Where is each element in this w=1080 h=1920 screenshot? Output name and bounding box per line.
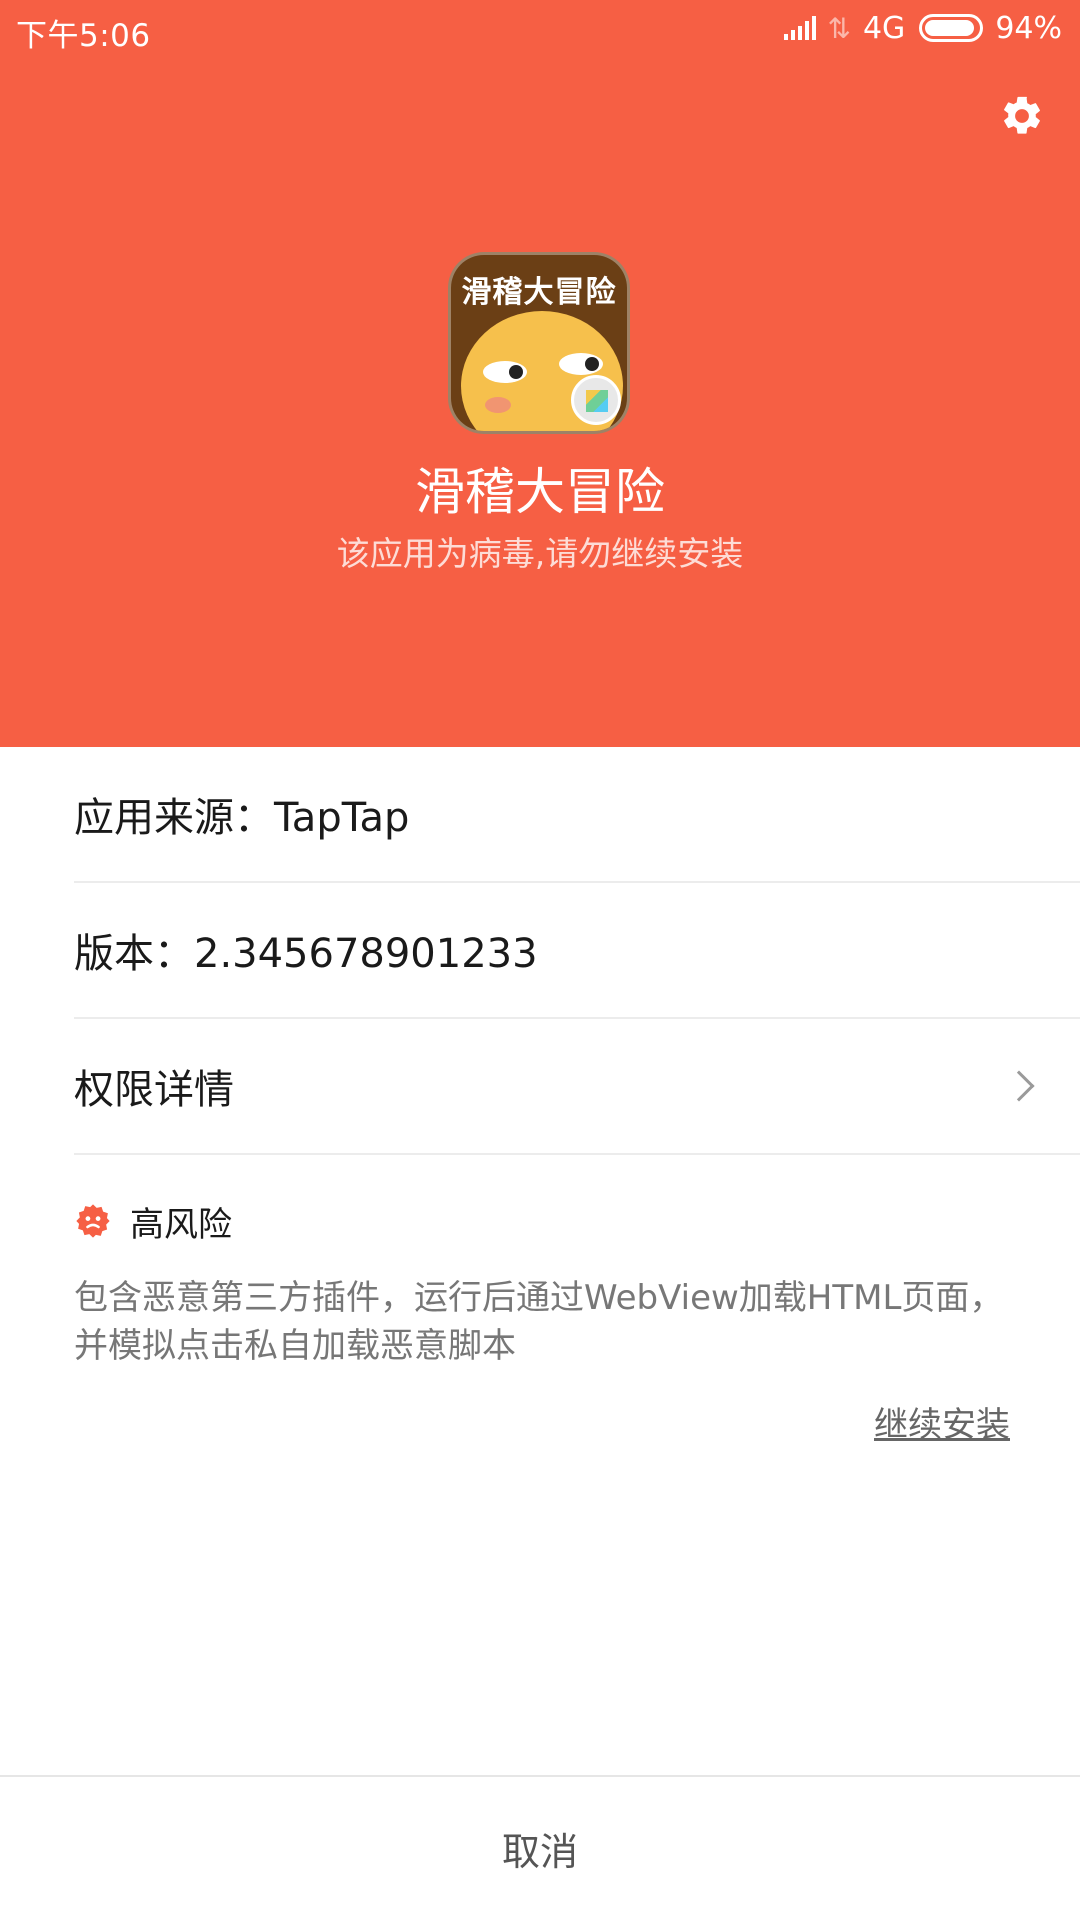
permission-details-label: 权限详情	[74, 1067, 234, 1113]
risk-level: 高风险	[130, 1204, 232, 1245]
status-bar: 下午5:06 ⇅ 4G 94%	[0, 0, 1080, 58]
danger-icon	[76, 1204, 110, 1238]
header-panel: 下午5:06 ⇅ 4G 94% 滑稽大冒险 滑稽大冒险 该应用为病毒,请勿继续安…	[0, 0, 1080, 747]
data-transfer-icon: ⇅	[827, 11, 851, 45]
network-type: 4G	[862, 10, 906, 46]
app-source-label: 应用来源：TapTap	[74, 795, 410, 841]
cancel-button[interactable]: 取消	[0, 1775, 1080, 1920]
settings-button[interactable]	[996, 90, 1048, 142]
signal-icon	[783, 16, 816, 40]
status-time: 下午5:06	[16, 18, 151, 54]
version-row: 版本：2.345678901233	[74, 883, 1080, 1019]
risk-header: 高风险	[74, 1198, 232, 1245]
app-source-row: 应用来源：TapTap	[74, 747, 1080, 883]
gear-icon	[1004, 96, 1040, 134]
battery-icon	[919, 14, 984, 42]
battery-percent: 94%	[995, 10, 1062, 46]
permission-details-row[interactable]: 权限详情	[74, 1019, 1080, 1155]
app-name: 滑稽大冒险	[415, 463, 665, 521]
chevron-right-icon	[1003, 1070, 1035, 1102]
continue-install-link[interactable]: 继续安装	[874, 1397, 1010, 1446]
virus-warning: 该应用为病毒,请勿继续安装	[336, 534, 744, 573]
app-icon-title: 滑稽大冒险	[461, 275, 617, 310]
risk-description: 包含恶意第三方插件，运行后通过WebView加载HTML页面，并模拟点击私自加载…	[74, 1278, 1004, 1366]
app-icon: 滑稽大冒险	[448, 252, 630, 434]
cube-badge-icon	[571, 375, 621, 425]
cancel-label: 取消	[501, 1830, 578, 1874]
version-label: 版本：2.345678901233	[74, 931, 538, 977]
status-icons: ⇅ 4G 94%	[783, 10, 1062, 46]
install-screen: 下午5:06 ⇅ 4G 94% 滑稽大冒险 滑稽大冒险 该应用为病毒,请勿继续安…	[0, 0, 1080, 1920]
